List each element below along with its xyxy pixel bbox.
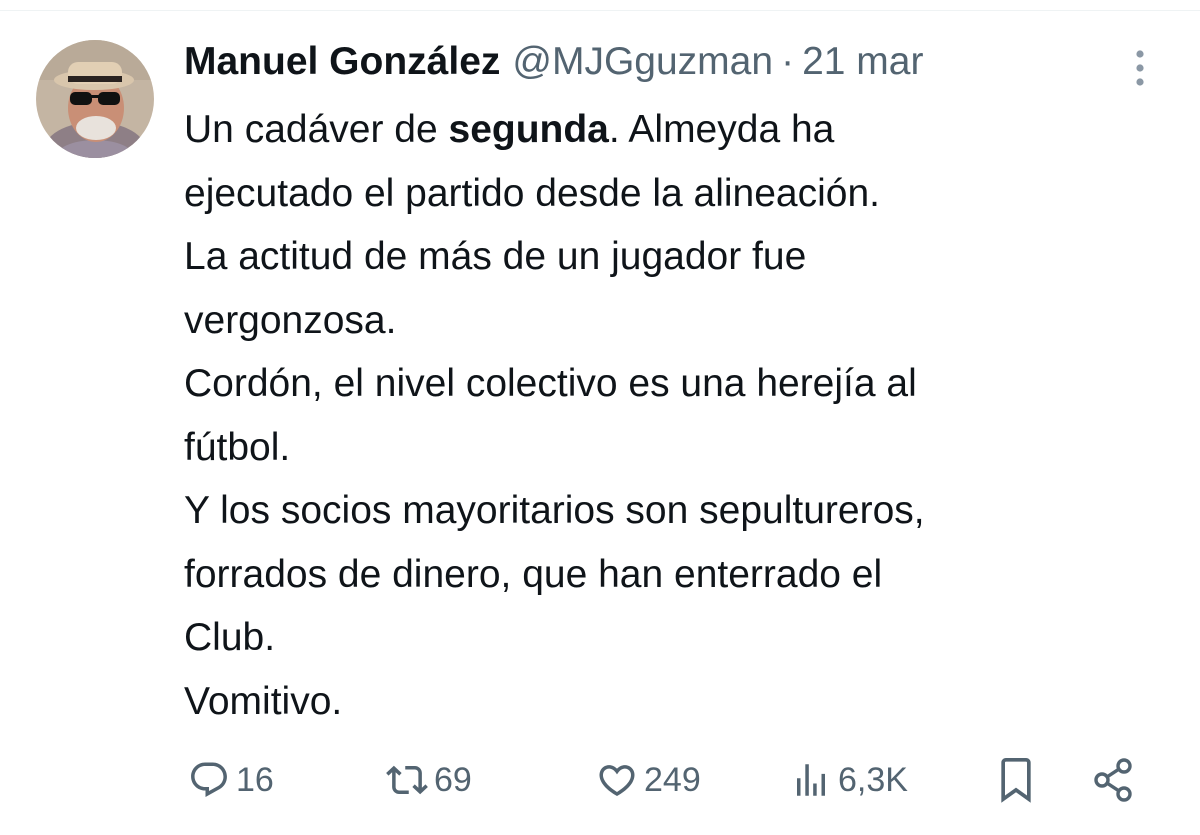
retweet-button[interactable]: 69	[386, 748, 472, 812]
heart-icon	[596, 759, 638, 801]
views-count: 6,3K	[838, 760, 908, 799]
more-vertical-icon	[1136, 50, 1144, 86]
tweet-header: Manuel González @MJGguzman · 21 mar	[184, 36, 923, 88]
author-name[interactable]: Manuel González	[184, 40, 500, 84]
tweet-line-10: Vomitivo.	[184, 679, 343, 723]
bold-word: segunda	[448, 108, 609, 151]
separator-dot: ·	[781, 40, 795, 83]
reply-count: 16	[236, 760, 274, 799]
tweet-line-2: ejecutado el partido desde la alineación…	[184, 171, 881, 215]
tweet-line-1: Un cadáver de segunda. Almeyda ha	[184, 98, 1144, 162]
share-icon	[1090, 756, 1138, 804]
views-button[interactable]: 6,3K	[790, 748, 908, 812]
reply-button[interactable]: 16	[188, 748, 274, 812]
more-options-button[interactable]	[1126, 44, 1154, 92]
text-segment: . Almeyda ha	[608, 108, 835, 151]
views-chart-icon	[790, 759, 832, 801]
share-button[interactable]	[1090, 748, 1138, 812]
retweet-count: 69	[434, 760, 472, 799]
tweet-line-6: fútbol.	[184, 425, 291, 469]
tweet-date[interactable]: 21 mar	[802, 40, 923, 84]
tweet-line-3: La actitud de más de un jugador fue	[184, 235, 807, 278]
retweet-icon	[386, 759, 428, 801]
avatar[interactable]	[36, 40, 154, 158]
avatar-image	[36, 40, 154, 158]
tweet-line-4: vergonzosa.	[184, 298, 397, 342]
author-handle[interactable]: @MJGguzman	[512, 40, 773, 84]
tweet-line-8: forrados de dinero, que han enterrado el	[184, 552, 883, 596]
like-button[interactable]: 249	[596, 748, 701, 812]
tweet-line-5: Cordón, el nivel colectivo es una herejí…	[184, 362, 917, 405]
bookmark-icon	[994, 755, 1038, 805]
top-divider	[0, 10, 1200, 11]
tweet-line-9: Club.	[184, 616, 276, 659]
bookmark-button[interactable]	[994, 748, 1038, 812]
text-segment: Un cadáver de	[184, 108, 449, 151]
tweet-line-7: Y los socios mayoritarios son sepulturer…	[184, 489, 925, 532]
like-count: 249	[644, 760, 701, 799]
reply-icon	[188, 759, 230, 801]
tweet-text: Un cadáver de segunda. Almeyda ha ejecut…	[184, 98, 1144, 733]
action-bar: 16 69 249 6,3K	[0, 748, 1200, 812]
